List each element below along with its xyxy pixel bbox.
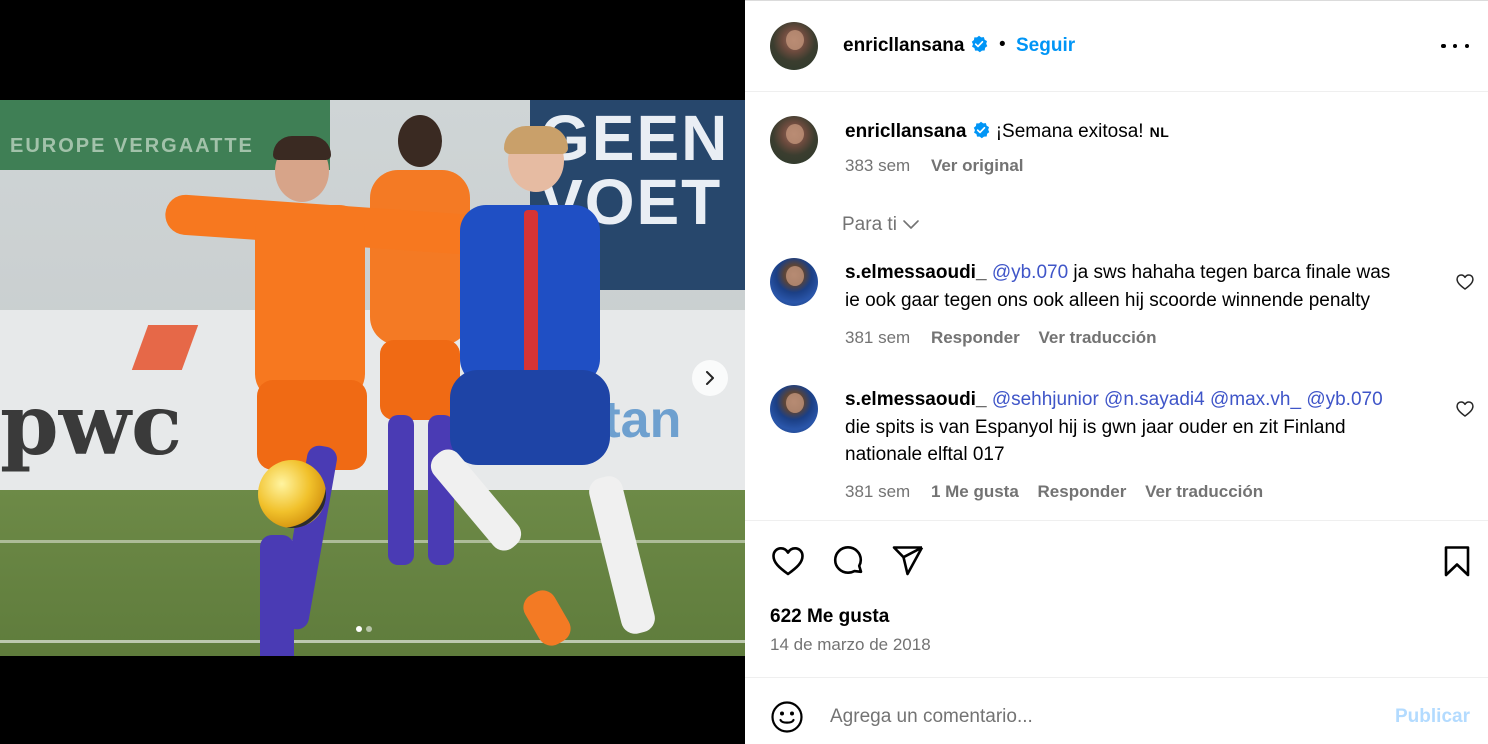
comment-body: s.elmessaoudi_ @sehhjunior @n.sayadi4 @m… xyxy=(845,386,1445,469)
player-blue-9 xyxy=(420,126,690,651)
comment-likes-button[interactable]: 1 Me gusta xyxy=(931,482,1019,501)
comment-text: die spits is van Espanyol hij is gwn jaa… xyxy=(845,416,1346,438)
caption: enricllansana ¡Semana exitosa! NL xyxy=(845,121,1169,143)
comment-input[interactable]: Agrega un comentario... xyxy=(830,706,1033,728)
carousel-indicator xyxy=(356,626,372,632)
chevron-down-icon xyxy=(903,220,919,229)
comment-heart-icon[interactable] xyxy=(1455,272,1475,292)
more-options-icon[interactable] xyxy=(1441,38,1469,54)
sponsor-logo-text: pwc xyxy=(0,375,183,474)
commenter-avatar[interactable] xyxy=(770,258,818,306)
carousel-dot-active xyxy=(356,626,362,632)
comment-sort-dropdown[interactable]: Para ti xyxy=(842,214,921,236)
post-photo: EUROPE VERGAATTE GEEN VOET pwc vitan xyxy=(0,100,745,656)
instagram-post-modal: EUROPE VERGAATTE GEEN VOET pwc vitan enr… xyxy=(0,0,1488,744)
comment-mention[interactable]: @yb.070 xyxy=(992,262,1068,283)
see-translation-button[interactable]: Ver traducción xyxy=(1145,482,1263,501)
football xyxy=(258,460,326,528)
comment-age: 381 sem xyxy=(845,482,911,501)
share-icon[interactable] xyxy=(890,543,926,579)
caption-username[interactable]: enricllansana xyxy=(845,121,966,142)
verified-badge-icon xyxy=(974,121,990,139)
actions-divider xyxy=(745,520,1488,521)
author-avatar[interactable] xyxy=(770,22,818,70)
author-username-text[interactable]: enricllansana xyxy=(843,35,964,56)
comment-heart-icon[interactable] xyxy=(1455,399,1475,419)
comment-body: s.elmessaoudi_ @yb.070 ja sws hahaha teg… xyxy=(845,259,1445,314)
emoji-icon[interactable] xyxy=(770,700,804,734)
post-header: enricllansana • Seguir xyxy=(745,0,1488,92)
caption-language-badge: NL xyxy=(1149,124,1170,140)
caption-meta: 383 sem Ver original xyxy=(845,156,1024,176)
reply-button[interactable]: Responder xyxy=(1038,482,1127,501)
next-slide-button[interactable] xyxy=(692,360,728,396)
comment-icon[interactable] xyxy=(830,543,866,579)
commenter-username[interactable]: s.elmessaoudi_ xyxy=(845,262,987,283)
reply-button[interactable]: Responder xyxy=(931,328,1020,347)
post-side-panel: enricllansana • Seguir enricllansana ¡Se… xyxy=(745,0,1488,744)
likes-count[interactable]: 622 Me gusta xyxy=(770,606,889,628)
chevron-right-icon xyxy=(706,371,714,385)
commenter-avatar[interactable] xyxy=(770,385,818,433)
comment-sort-label[interactable]: Para ti xyxy=(842,214,897,236)
post-media: EUROPE VERGAATTE GEEN VOET pwc vitan xyxy=(0,0,745,744)
bookmark-icon[interactable] xyxy=(1439,543,1475,579)
heart-icon[interactable] xyxy=(770,543,806,579)
commenter-username[interactable]: s.elmessaoudi_ xyxy=(845,389,987,410)
author-username[interactable]: enricllansana xyxy=(843,35,988,57)
comment-text: ja sws hahaha tegen barca finale was xyxy=(1068,262,1391,283)
publish-button[interactable]: Publicar xyxy=(1395,706,1470,728)
see-translation-button[interactable]: Ver traducción xyxy=(1038,328,1156,347)
caption-text: ¡Semana exitosa! xyxy=(995,121,1144,142)
comment-text: nationale elftal 017 xyxy=(845,444,1005,465)
comment-meta: 381 sem Responder Ver traducción xyxy=(845,328,1157,348)
comment-text: ie ook gaar tegen ons ook alleen hij sco… xyxy=(845,289,1370,311)
follow-button[interactable]: Seguir xyxy=(1016,35,1075,57)
caption-author-avatar[interactable] xyxy=(770,116,818,164)
comment-composer: Agrega un comentario... Publicar xyxy=(745,677,1488,744)
comment-age: 381 sem xyxy=(845,328,911,347)
comment-meta: 381 sem 1 Me gusta Responder Ver traducc… xyxy=(845,482,1263,502)
verified-badge-icon xyxy=(972,35,988,53)
pitch-line xyxy=(0,640,745,643)
see-original-button[interactable]: Ver original xyxy=(931,156,1024,175)
carousel-dot xyxy=(366,626,372,632)
header-separator: • xyxy=(999,34,1006,55)
comment-mention[interactable]: @sehhjunior @n.sayadi4 @max.vh_ @yb.070 xyxy=(992,389,1383,410)
post-date: 14 de marzo de 2018 xyxy=(770,635,931,654)
caption-age: 383 sem xyxy=(845,156,911,175)
